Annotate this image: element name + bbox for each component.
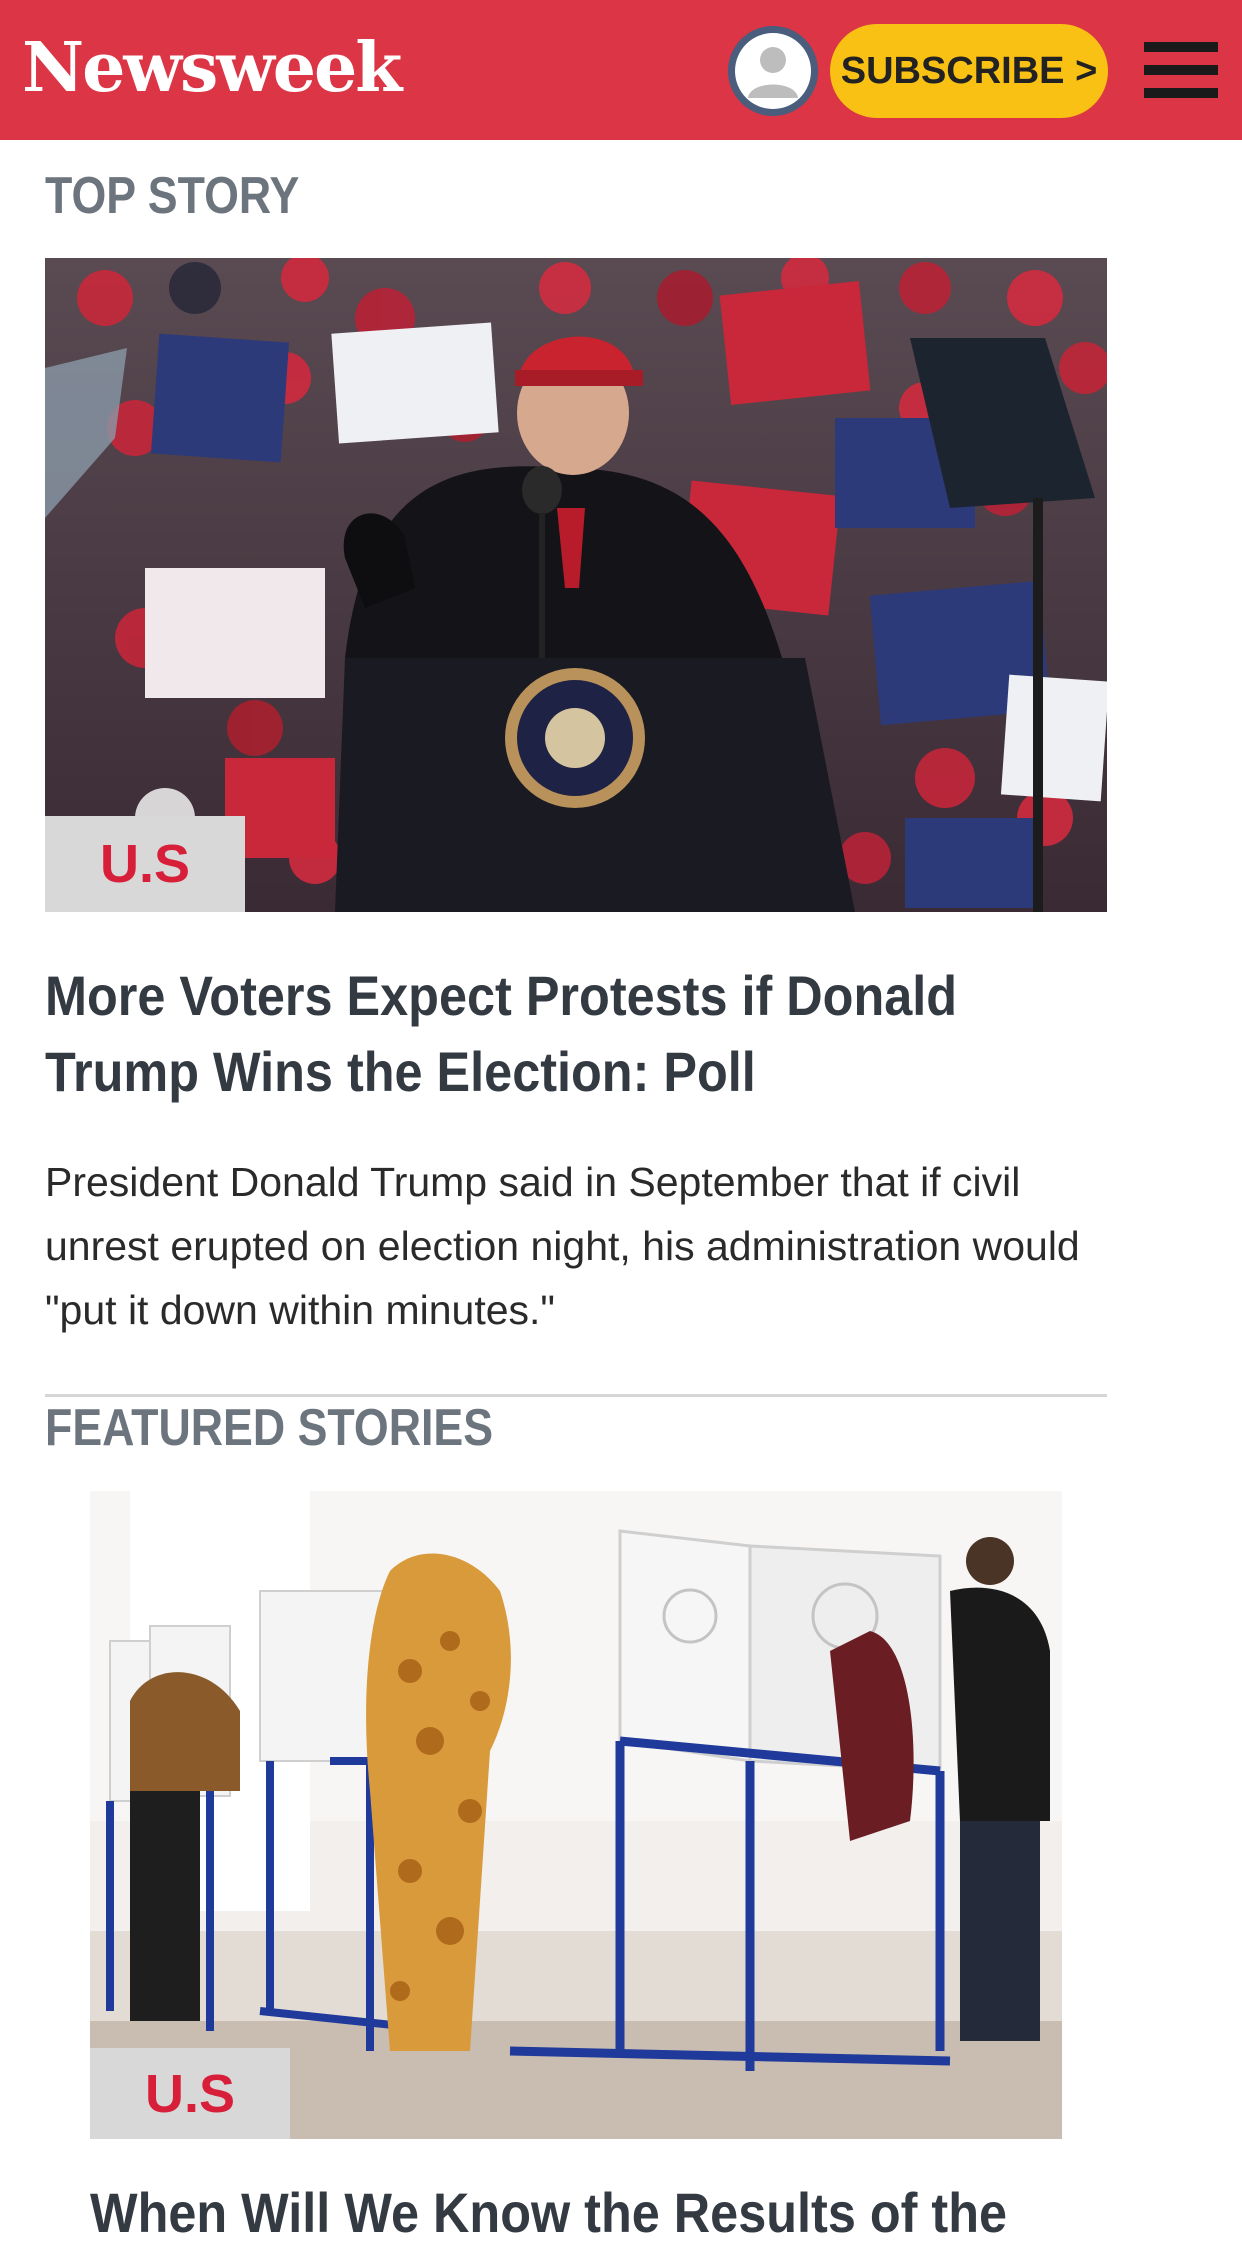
voting-booths-photo <box>90 1491 1062 2139</box>
category-badge[interactable]: U.S <box>90 2048 290 2139</box>
subscribe-button[interactable]: SUBSCRIBE > <box>830 24 1108 118</box>
account-button[interactable] <box>728 26 818 116</box>
top-story-headline[interactable]: More Voters Expect Protests if Donald Tr… <box>45 958 999 1110</box>
newsweek-logo[interactable]: Newsweek <box>22 28 402 108</box>
featured-stories-label: FEATURED STORIES <box>45 1399 494 1457</box>
hamburger-menu-icon[interactable] <box>1140 38 1222 102</box>
featured-story-headline[interactable]: When Will We Know the Results of the <box>90 2180 1007 2245</box>
site-header: Newsweek SUBSCRIBE > <box>0 0 1242 140</box>
user-avatar-icon <box>728 26 818 116</box>
rally-photo <box>45 258 1107 912</box>
category-badge[interactable]: U.S <box>45 816 245 912</box>
top-story-summary: President Donald Trump said in September… <box>45 1159 1080 1333</box>
featured-story-image[interactable]: U.S <box>90 1491 1062 2139</box>
top-story-label: TOP STORY <box>45 167 300 225</box>
top-story-image[interactable]: U.S <box>45 258 1107 912</box>
section-divider <box>45 1394 1107 1397</box>
